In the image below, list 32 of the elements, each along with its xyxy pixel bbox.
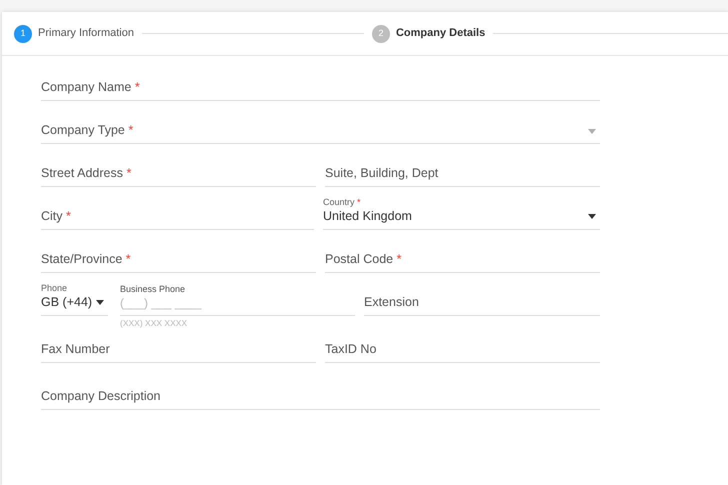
field-label: State/Province * — [41, 251, 131, 268]
input-field[interactable]: Company Description — [41, 380, 600, 410]
input-field[interactable]: Street Address * — [41, 157, 316, 187]
select-field[interactable]: Country * United Kingdom — [323, 200, 600, 230]
input-field[interactable]: Postal Code * — [325, 243, 600, 273]
step-number: 2 — [372, 24, 390, 42]
field-label: Company Description — [41, 388, 160, 406]
field-label: Fax Number — [41, 341, 110, 358]
field-label: Postal Code * — [325, 251, 402, 268]
step-number: 1 — [14, 24, 32, 42]
input-field[interactable]: Suite, Building, Dept — [325, 157, 600, 187]
field-label: Company Type * — [41, 122, 134, 140]
input-field[interactable]: Fax Number — [41, 333, 316, 363]
caret-icon — [588, 129, 596, 134]
select-field[interactable]: Company Type * — [41, 114, 600, 144]
caret-icon — [96, 300, 104, 306]
hint-text: (XXX) XXX XXXX — [120, 317, 188, 330]
field-label: City * — [41, 208, 71, 226]
input-field[interactable]: City * — [41, 200, 314, 230]
field-label: TaxID No — [325, 341, 376, 358]
caret-icon — [588, 214, 596, 220]
step-tab[interactable]: 2 Company Details — [372, 24, 486, 42]
input-field[interactable]: Extension — [364, 286, 600, 316]
input-field[interactable]: TaxID No — [325, 333, 600, 363]
input-field[interactable]: State/Province * — [41, 243, 316, 273]
field-label: Suite, Building, Dept — [325, 165, 438, 182]
input-field[interactable]: Business Phone (___) ___ ____ — [120, 286, 355, 316]
select-field[interactable]: Phone GB (+44) — [41, 286, 108, 316]
step-tab[interactable]: 1 Primary Information — [14, 24, 134, 42]
field-label: Street Address * — [41, 165, 132, 182]
input-field[interactable]: Company Name * — [41, 71, 600, 101]
field-label: Company Name * — [41, 79, 140, 96]
